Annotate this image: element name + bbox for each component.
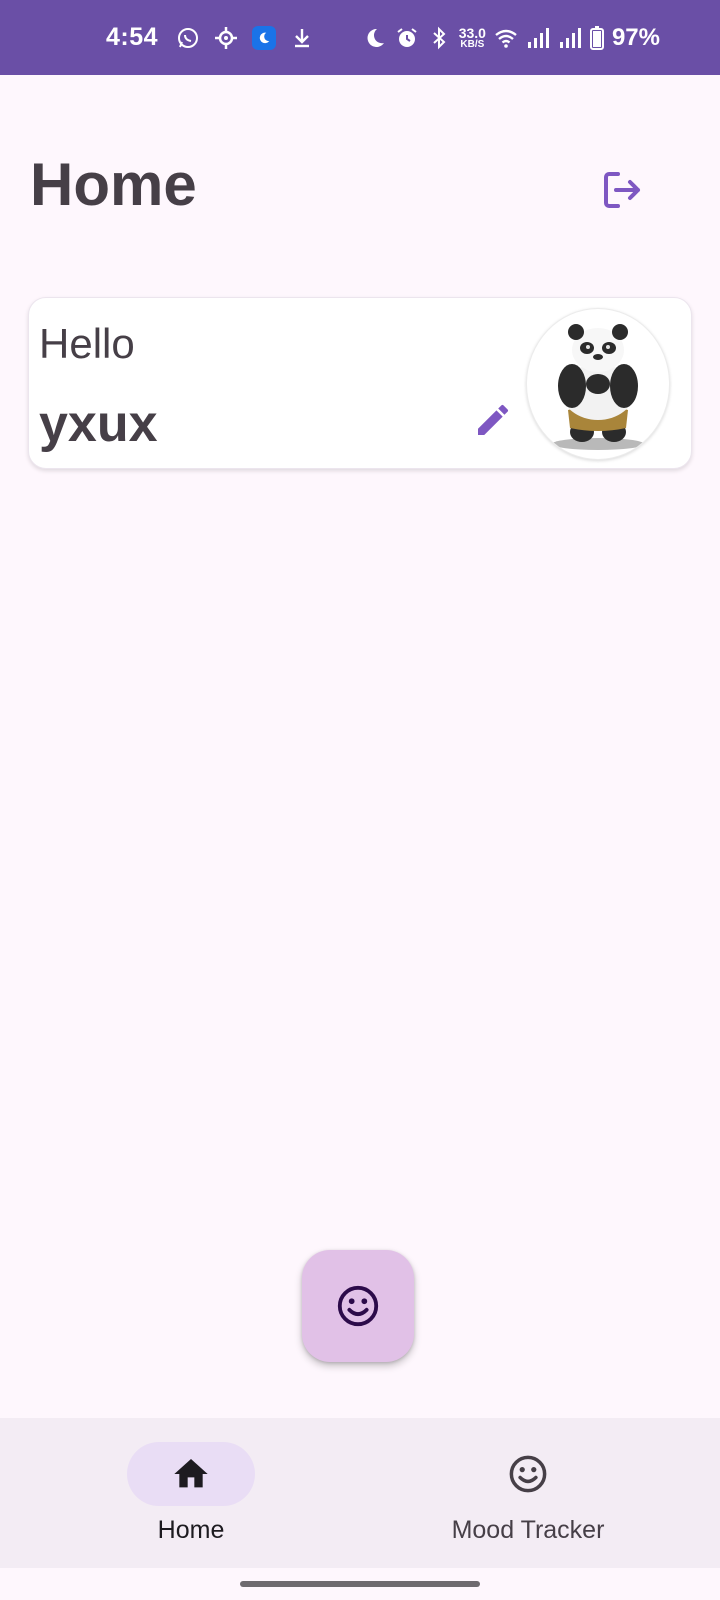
moon-icon xyxy=(363,26,387,50)
download-icon xyxy=(290,26,314,50)
battery-percent: 97% xyxy=(611,23,660,51)
signal-icon-1 xyxy=(526,26,550,50)
panda-avatar xyxy=(552,324,644,450)
nav-icon-container xyxy=(464,1442,592,1506)
nav-label-mood-tracker: Mood Tracker xyxy=(451,1516,605,1544)
mood-fab-button[interactable] xyxy=(302,1250,414,1362)
logout-icon xyxy=(604,172,640,208)
wifi-icon xyxy=(494,26,518,50)
alarm-icon xyxy=(395,26,419,50)
network-speed-value: 33.0 xyxy=(458,24,486,41)
home-icon xyxy=(174,1459,208,1488)
status-bar: 4:54 33.0 KB/S 97% xyxy=(0,0,720,75)
logout-button[interactable] xyxy=(596,164,648,216)
signal-icon-2 xyxy=(558,26,582,50)
nav-item-home[interactable]: Home xyxy=(61,1442,321,1552)
smiley-icon xyxy=(509,1455,547,1493)
pencil-icon xyxy=(478,404,509,435)
app-notification-icon xyxy=(252,25,277,50)
whatsapp-icon xyxy=(176,26,200,50)
network-speed-unit: KB/S xyxy=(460,38,485,50)
edit-username-button[interactable] xyxy=(469,396,517,444)
bluetooth-icon xyxy=(427,26,451,50)
network-speed: 33.0 KB/S xyxy=(459,26,486,50)
page-title: Home xyxy=(30,151,197,218)
status-bar-left: 4:54 xyxy=(106,23,314,52)
nav-item-mood-tracker[interactable]: Mood Tracker xyxy=(398,1442,658,1552)
nav-label-home: Home xyxy=(157,1516,225,1544)
status-time: 4:54 xyxy=(106,23,159,51)
status-bar-right: 33.0 KB/S 97% xyxy=(363,24,660,52)
settings-icon xyxy=(214,26,238,50)
gesture-handle[interactable] xyxy=(240,1581,480,1587)
hello-label: Hello xyxy=(39,320,135,367)
username: yxux xyxy=(39,395,158,453)
smiley-icon xyxy=(337,1285,379,1327)
battery-icon xyxy=(589,25,604,50)
bottom-navigation: Home Mood Tracker xyxy=(0,1418,720,1568)
nav-active-indicator xyxy=(127,1442,255,1506)
greeting-card: Hello yxux xyxy=(28,297,692,469)
avatar[interactable] xyxy=(526,308,670,460)
